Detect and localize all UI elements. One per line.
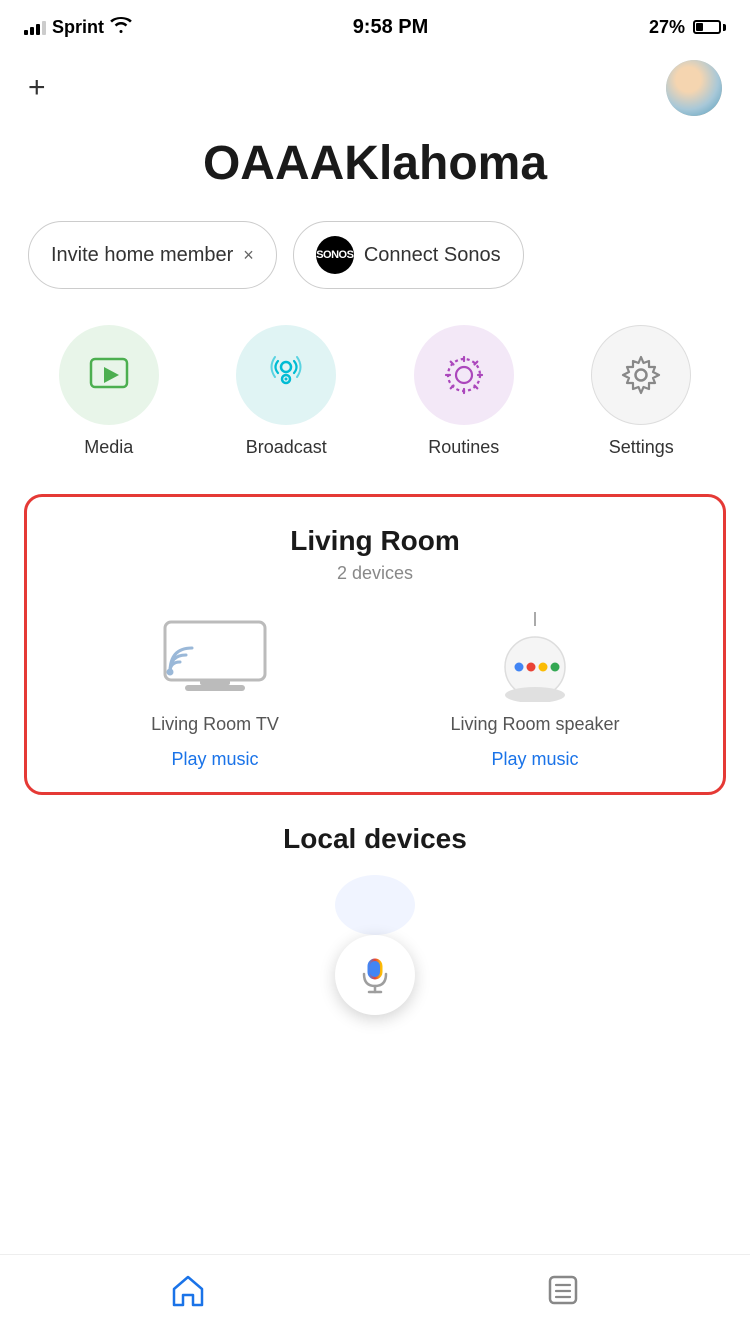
media-icon: [87, 353, 131, 397]
broadcast-circle: [236, 325, 336, 425]
room-title: Living Room: [55, 525, 695, 557]
speaker-play-music-button[interactable]: Play music: [491, 747, 578, 772]
speaker-icon: [495, 612, 575, 702]
add-button[interactable]: +: [28, 73, 46, 103]
avatar[interactable]: [666, 60, 722, 116]
avatar-image: [666, 60, 722, 116]
device-speaker[interactable]: Living Room speaker Play music: [394, 612, 676, 772]
speaker-icon-wrap: [475, 612, 595, 702]
sonos-pill-label: Connect Sonos: [364, 244, 501, 267]
broadcast-label: Broadcast: [246, 437, 327, 458]
routines-label: Routines: [428, 437, 499, 458]
fab-area: [0, 945, 750, 1025]
battery-icon: [693, 20, 726, 34]
invite-home-member-pill[interactable]: Invite home member ×: [28, 221, 277, 289]
settings-circle: [591, 325, 691, 425]
actions-row: Media Broadcast: [0, 325, 750, 458]
home-nav-icon: [171, 1273, 205, 1307]
signal-icon: [24, 19, 46, 35]
local-devices-title: Local devices: [24, 823, 726, 855]
home-title: OAAAKlahoma: [0, 136, 750, 191]
tv-icon: [160, 617, 270, 697]
routines-circle: [414, 325, 514, 425]
devices-row: Living Room TV Play music: [55, 612, 695, 772]
partial-device: [335, 875, 415, 935]
routines-icon: [442, 353, 486, 397]
nav-home[interactable]: [131, 1265, 245, 1315]
device-tv[interactable]: Living Room TV Play music: [74, 612, 356, 772]
mic-icon: [356, 956, 394, 994]
settings-label: Settings: [609, 437, 674, 458]
action-settings[interactable]: Settings: [591, 325, 691, 458]
settings-icon: [619, 353, 663, 397]
invite-pill-label: Invite home member: [51, 244, 233, 267]
media-circle: [59, 325, 159, 425]
bottom-nav: [0, 1254, 750, 1334]
room-subtitle: 2 devices: [55, 563, 695, 584]
wifi-icon: [110, 17, 132, 38]
status-right: 27%: [649, 17, 726, 38]
nav-list[interactable]: [506, 1265, 620, 1315]
connect-sonos-pill[interactable]: SONOS Connect Sonos: [293, 221, 524, 289]
status-bar: Sprint 9:58 PM 27%: [0, 0, 750, 50]
action-broadcast[interactable]: Broadcast: [236, 325, 336, 458]
speaker-device-name: Living Room speaker: [450, 714, 619, 735]
list-nav-icon: [546, 1273, 580, 1307]
status-left: Sprint: [24, 17, 132, 38]
top-bar: +: [0, 50, 750, 126]
living-room-card: Living Room 2 devices Living Room TV: [24, 494, 726, 795]
mic-fab-button[interactable]: [335, 935, 415, 1015]
media-label: Media: [84, 437, 133, 458]
tv-icon-wrap: [155, 612, 275, 702]
tv-device-name: Living Room TV: [151, 714, 279, 735]
carrier-label: Sprint: [52, 17, 104, 38]
pills-row: Invite home member × SONOS Connect Sonos: [0, 221, 750, 289]
broadcast-icon: [264, 353, 308, 397]
tv-play-music-button[interactable]: Play music: [171, 747, 258, 772]
action-routines[interactable]: Routines: [414, 325, 514, 458]
action-media[interactable]: Media: [59, 325, 159, 458]
sonos-icon: SONOS: [316, 236, 354, 274]
invite-pill-close[interactable]: ×: [243, 245, 254, 266]
status-time: 9:58 PM: [353, 16, 429, 39]
local-devices-section: Local devices: [0, 823, 750, 935]
battery-percent: 27%: [649, 17, 685, 38]
